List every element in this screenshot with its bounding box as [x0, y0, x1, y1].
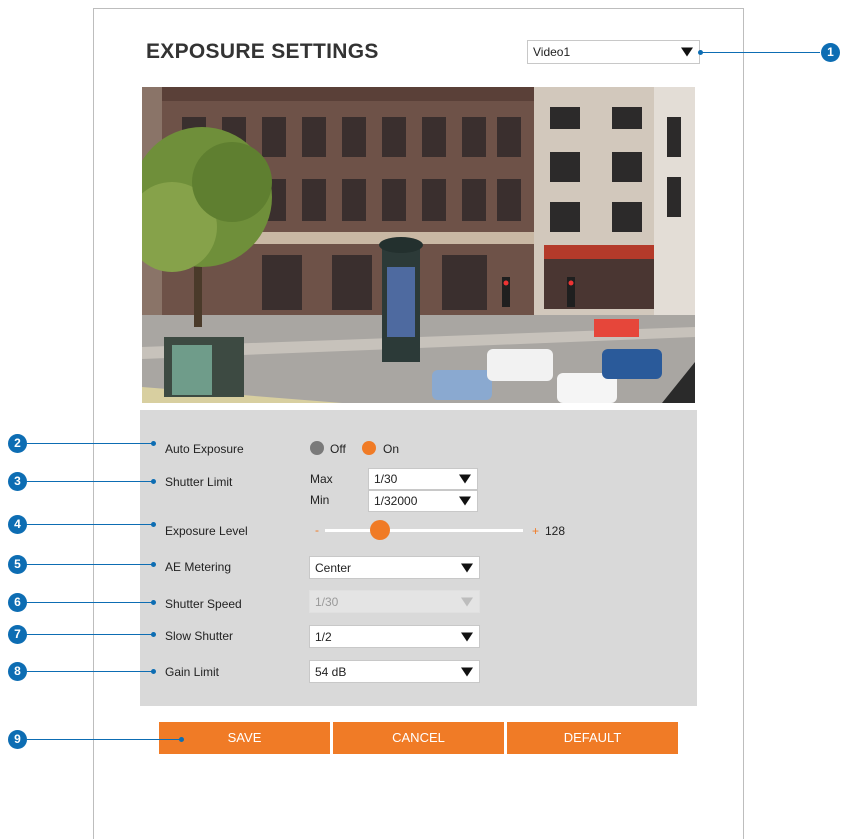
chevron-down-icon — [459, 474, 471, 484]
chevron-down-icon — [459, 496, 471, 506]
callout-7-line — [27, 634, 153, 635]
shutter-limit-label: Shutter Limit — [165, 475, 233, 489]
chevron-down-icon — [461, 597, 473, 606]
callout-6-line — [27, 602, 153, 603]
callout-4-line — [27, 524, 153, 525]
cancel-button[interactable]: CANCEL — [333, 722, 504, 754]
gain-limit-value: 54 dB — [315, 664, 347, 679]
shutter-min-label: Min — [310, 493, 330, 507]
callout-3-line — [27, 481, 153, 482]
callout-8-badge: 8 — [8, 662, 27, 681]
default-button[interactable]: DEFAULT — [507, 722, 678, 754]
callout-1-endpoint — [698, 50, 703, 55]
gain-limit-select[interactable]: 54 dB — [309, 660, 480, 683]
exposure-value: 128 — [545, 524, 566, 538]
exposure-plus: + — [532, 524, 540, 538]
callout-9-line — [27, 739, 181, 740]
street-scene-image — [142, 87, 695, 403]
callout-6-endpoint — [151, 600, 156, 605]
exposure-slider-handle[interactable] — [370, 520, 391, 540]
chevron-down-icon — [681, 47, 693, 57]
exposure-level-label: Exposure Level — [165, 524, 248, 538]
video-preview — [142, 87, 695, 403]
shutter-speed-label: Shutter Speed — [165, 597, 242, 611]
shutter-speed-value: 1/30 — [315, 594, 339, 609]
auto-exposure-off-radio[interactable] — [310, 441, 324, 455]
callout-7-badge: 7 — [8, 625, 27, 644]
shutter-max-select[interactable]: 1/30 — [368, 468, 478, 490]
ae-metering-select[interactable]: Center — [309, 556, 480, 579]
callout-2-endpoint — [151, 441, 156, 446]
callout-5-line — [27, 564, 153, 565]
callout-1-line — [700, 52, 820, 53]
exposure-slider-track — [325, 529, 523, 532]
callout-3-endpoint — [151, 479, 156, 484]
shutter-min-select[interactable]: 1/32000 — [368, 490, 478, 512]
callout-2-badge: 2 — [8, 434, 27, 453]
video-select[interactable]: Video1 — [527, 40, 700, 64]
shutter-min-value: 1/32000 — [374, 494, 418, 508]
callout-5-endpoint — [151, 562, 156, 567]
gain-limit-label: Gain Limit — [165, 665, 220, 679]
page-title: EXPOSURE SETTINGS — [146, 40, 379, 63]
save-button[interactable]: SAVE — [159, 722, 330, 754]
ae-metering-value: Center — [315, 560, 352, 575]
callout-8-line — [27, 671, 153, 672]
auto-exposure-label: Auto Exposure — [165, 442, 244, 456]
slow-shutter-select[interactable]: 1/2 — [309, 625, 480, 648]
callout-4-endpoint — [151, 522, 156, 527]
callout-2-line — [27, 443, 153, 444]
exposure-minus: - — [315, 523, 319, 537]
shutter-max-label: Max — [310, 472, 333, 486]
callout-6-badge: 6 — [8, 593, 27, 612]
callout-5-badge: 5 — [8, 555, 27, 574]
chevron-down-icon — [461, 632, 473, 641]
callout-3-badge: 3 — [8, 472, 27, 491]
callout-7-endpoint — [151, 632, 156, 637]
callout-9-endpoint — [179, 737, 184, 742]
exposure-slider[interactable] — [325, 520, 523, 540]
slow-shutter-value: 1/2 — [315, 629, 332, 644]
chevron-down-icon — [461, 563, 473, 572]
auto-exposure-on-radio[interactable] — [362, 441, 376, 455]
callout-9-badge: 9 — [8, 730, 27, 749]
callout-1-badge: 1 — [821, 43, 840, 62]
auto-exposure-off-label: Off — [330, 442, 346, 456]
callout-4-badge: 4 — [8, 515, 27, 534]
ae-metering-label: AE Metering — [165, 560, 232, 574]
shutter-speed-select: 1/30 — [309, 590, 480, 613]
auto-exposure-on-label: On — [383, 442, 400, 456]
chevron-down-icon — [461, 667, 473, 676]
slow-shutter-label: Slow Shutter — [165, 629, 234, 643]
video-select-value: Video1 — [533, 45, 571, 59]
shutter-max-value: 1/30 — [374, 472, 398, 486]
callout-8-endpoint — [151, 669, 156, 674]
